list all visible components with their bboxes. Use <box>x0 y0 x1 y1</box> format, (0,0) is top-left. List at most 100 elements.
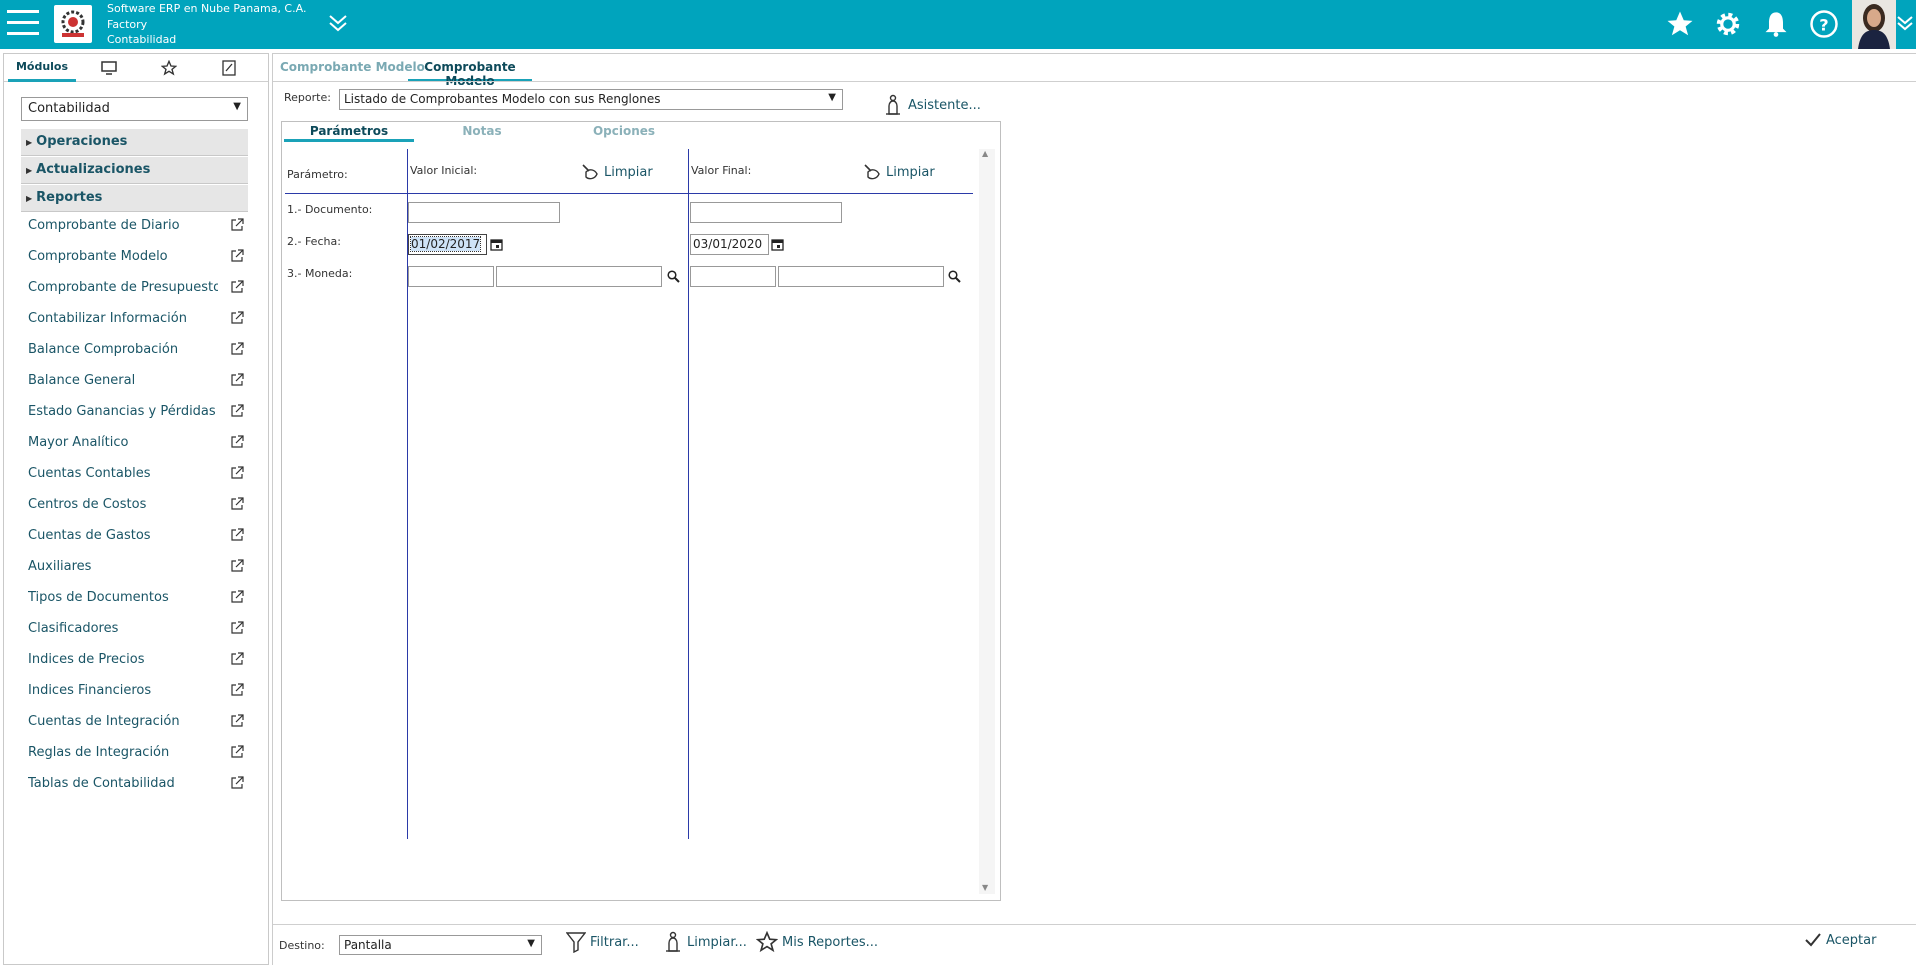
sidebar-item[interactable]: Clasificadores <box>28 619 248 639</box>
accept-button[interactable]: Aceptar <box>1804 931 1876 949</box>
sidebar-item-label: Clasificadores <box>28 621 119 636</box>
moneda-final-code-input[interactable] <box>690 266 776 287</box>
dropdown-arrow-icon: ▼ <box>828 92 836 103</box>
dropdown-arrow-icon: ▼ <box>233 101 241 112</box>
sidebar-item-label: Comprobante de Diario <box>28 218 180 233</box>
initial-column-header: Valor Inicial: <box>410 164 478 177</box>
tab-parametros[interactable]: Parámetros <box>284 124 414 142</box>
moneda-final-desc-input[interactable] <box>778 266 944 287</box>
my-reports-button[interactable]: Mis Reportes... <box>756 931 878 953</box>
clear-all-button[interactable]: Limpiar... <box>663 931 747 953</box>
chevron-down-icon[interactable] <box>1896 14 1914 32</box>
fecha-final-input[interactable]: 03/01/2020 <box>690 234 769 255</box>
external-link-icon[interactable] <box>231 621 244 634</box>
external-link-icon[interactable] <box>231 311 244 324</box>
external-link-icon[interactable] <box>231 373 244 386</box>
tab-notas[interactable]: Notas <box>412 124 552 142</box>
report-select-value: Listado de Comprobantes Modelo con sus R… <box>344 92 661 106</box>
sidebar-item[interactable]: Centros de Costos <box>28 495 248 515</box>
sidebar-item-label: Cuentas de Gastos <box>28 528 151 543</box>
external-link-icon[interactable] <box>231 404 244 417</box>
section-label: Reportes <box>36 190 103 205</box>
external-link-icon[interactable] <box>231 435 244 448</box>
external-link-icon[interactable] <box>231 528 244 541</box>
scroll-down-icon[interactable]: ▼ <box>982 883 988 892</box>
sidebar-item[interactable]: Comprobante Modelo <box>28 247 248 267</box>
external-link-icon[interactable] <box>231 497 244 510</box>
moneda-initial-code-input[interactable] <box>408 266 494 287</box>
help-icon[interactable]: ? <box>1808 8 1840 40</box>
sidebar-item[interactable]: Tipos de Documentos <box>28 588 248 608</box>
sidebar-item[interactable]: Cuentas de Integración <box>28 712 248 732</box>
tab-modulos[interactable]: Módulos <box>8 54 76 82</box>
sidebar-item[interactable]: Mayor Analítico <box>28 433 248 453</box>
param-column-header: Parámetro: <box>287 168 348 181</box>
report-label: Reporte: <box>284 91 331 104</box>
sidebar-item[interactable]: Tablas de Contabilidad <box>28 774 248 794</box>
double-chevron-icon[interactable] <box>328 14 348 32</box>
panel-scrollbar[interactable]: ▲ ▼ <box>979 149 995 894</box>
tab-opciones[interactable]: Opciones <box>554 124 694 142</box>
calendar-icon[interactable] <box>490 238 503 251</box>
sidebar-item[interactable]: Comprobante de Diario <box>28 216 248 236</box>
clear-final-button[interactable]: Limpiar <box>862 162 935 182</box>
row-label-fecha: 2.- Fecha: <box>287 235 341 248</box>
module-select[interactable]: Contabilidad ▼ <box>21 97 248 121</box>
sidebar-item[interactable]: Reglas de Integración <box>28 743 248 763</box>
external-link-icon[interactable] <box>231 249 244 262</box>
documento-final-input[interactable] <box>690 202 842 223</box>
sidebar-item[interactable]: Estado Ganancias y Pérdidas <box>28 402 248 422</box>
doc-tab-1[interactable]: Comprobante Modelo <box>280 56 425 82</box>
sidebar-item[interactable]: Balance Comprobación <box>28 340 248 360</box>
search-icon[interactable] <box>948 270 961 283</box>
clear-initial-button[interactable]: Limpiar <box>580 162 653 182</box>
sidebar-item[interactable]: Cuentas de Gastos <box>28 526 248 546</box>
destination-select[interactable]: Pantalla ▼ <box>339 935 542 955</box>
sidebar-item[interactable]: Comprobante de Presupuesto <box>28 278 248 298</box>
menu-icon[interactable] <box>7 10 39 38</box>
section-operaciones[interactable]: ▶ Operaciones <box>21 129 248 156</box>
search-icon[interactable] <box>667 270 680 283</box>
sidebar-item-label: Comprobante de Presupuesto <box>28 280 218 295</box>
wizard-icon <box>886 94 900 115</box>
report-select[interactable]: Listado de Comprobantes Modelo con sus R… <box>339 89 843 110</box>
sidebar-item-label: Estado Ganancias y Pérdidas <box>28 404 216 419</box>
external-link-icon[interactable] <box>231 745 244 758</box>
monitor-icon[interactable] <box>84 54 134 82</box>
external-link-icon[interactable] <box>231 683 244 696</box>
sidebar-item[interactable]: Indices Financieros <box>28 681 248 701</box>
external-link-icon[interactable] <box>231 714 244 727</box>
bell-icon[interactable] <box>1760 8 1792 40</box>
section-reportes[interactable]: ▶ Reportes <box>21 185 248 212</box>
external-link-icon[interactable] <box>231 342 244 355</box>
filter-button[interactable]: Filtrar... <box>566 931 639 953</box>
section-actualizaciones[interactable]: ▶ Actualizaciones <box>21 157 248 184</box>
star-icon[interactable] <box>144 54 194 82</box>
external-link-icon[interactable] <box>231 652 244 665</box>
sidebar-item[interactable]: Auxiliares <box>28 557 248 577</box>
sidebar-item[interactable]: Contabilizar Información <box>28 309 248 329</box>
external-link-icon[interactable] <box>231 559 244 572</box>
sidebar-item-label: Centros de Costos <box>28 497 147 512</box>
external-link-icon[interactable] <box>231 776 244 789</box>
external-link-icon[interactable] <box>231 280 244 293</box>
external-link-icon[interactable] <box>231 466 244 479</box>
moneda-initial-desc-input[interactable] <box>496 266 662 287</box>
sidebar-item[interactable]: Cuentas Contables <box>28 464 248 484</box>
sidebar-item-label: Mayor Analítico <box>28 435 129 450</box>
external-link-icon[interactable] <box>231 218 244 231</box>
gear-icon[interactable] <box>1712 8 1744 40</box>
doc-tab-2[interactable]: Comprobante Modelo <box>408 56 532 88</box>
documento-initial-input[interactable] <box>408 202 560 223</box>
scroll-up-icon[interactable]: ▲ <box>982 149 988 158</box>
avatar[interactable] <box>1852 0 1896 49</box>
fecha-initial-input[interactable]: 01/02/2017 <box>408 234 487 255</box>
external-link-icon[interactable] <box>231 590 244 603</box>
wizard-button[interactable]: Asistente... <box>883 94 981 116</box>
sidebar-item-label: Cuentas de Integración <box>28 714 180 729</box>
sidebar-item[interactable]: Balance General <box>28 371 248 391</box>
note-icon[interactable] <box>204 54 254 82</box>
star-icon[interactable] <box>1664 8 1696 40</box>
calendar-icon[interactable] <box>771 238 784 251</box>
sidebar-item[interactable]: Indices de Precios <box>28 650 248 670</box>
